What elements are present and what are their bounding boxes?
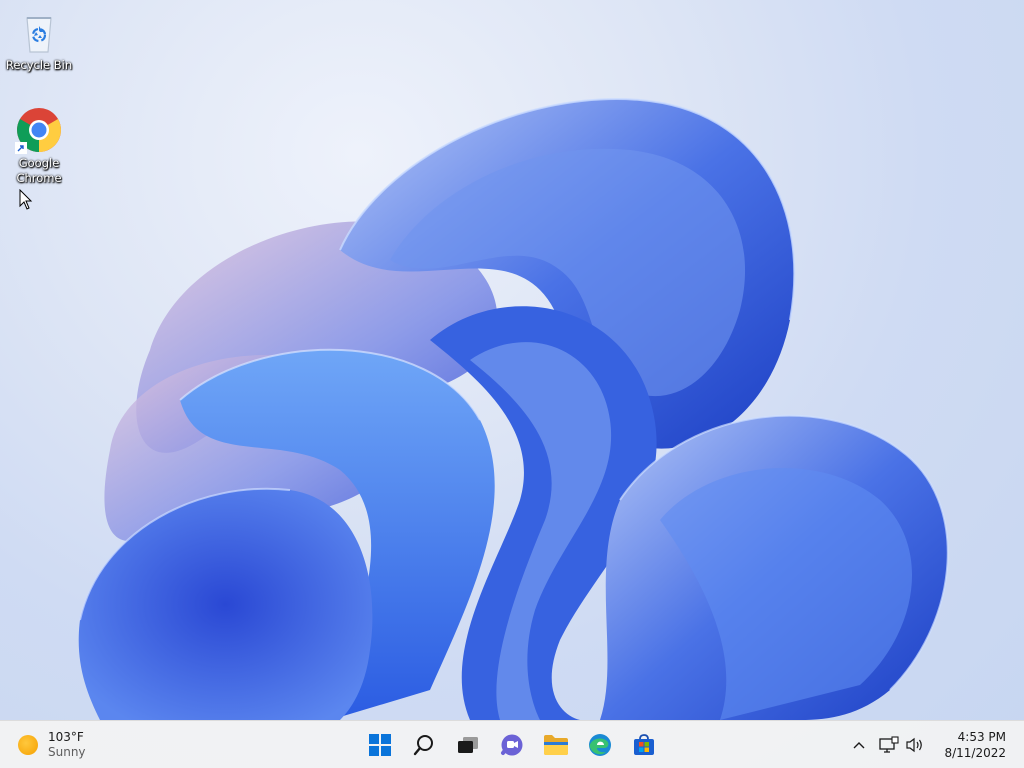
volume-icon — [906, 737, 923, 753]
system-tray: 4:53 PM 8/11/2022 — [846, 721, 1024, 768]
start-button[interactable] — [360, 725, 400, 765]
teams-chat-icon — [501, 734, 523, 756]
show-hidden-icons-button[interactable] — [846, 725, 872, 765]
clock-date: 8/11/2022 — [944, 746, 1006, 760]
sun-icon — [18, 735, 38, 755]
clock[interactable]: 4:53 PM 8/11/2022 — [928, 729, 1024, 761]
network-button[interactable] — [876, 725, 902, 765]
desktop-icon-google-chrome[interactable]: Google Chrome — [1, 106, 77, 186]
folder-icon — [544, 735, 568, 755]
chrome-icon — [15, 106, 63, 154]
search-icon — [413, 735, 433, 756]
desktop-icon-recycle-bin[interactable]: Recycle Bin — [1, 8, 77, 73]
recycle-bin-label: Recycle Bin — [5, 58, 73, 72]
task-view-icon — [458, 737, 478, 753]
store-button[interactable] — [624, 725, 664, 765]
edge-button[interactable] — [580, 725, 620, 765]
edge-icon — [589, 734, 611, 756]
windows-start-icon — [369, 734, 391, 756]
chat-button[interactable] — [492, 725, 532, 765]
search-button[interactable] — [404, 725, 444, 765]
store-icon — [634, 734, 654, 755]
chevron-up-icon — [853, 742, 865, 749]
recycle-bin-icon — [15, 8, 63, 56]
clock-time: 4:53 PM — [957, 730, 1006, 744]
weather-temperature: 103°F — [48, 730, 84, 744]
wallpaper-bloom — [78, 98, 949, 720]
weather-condition: Sunny — [48, 745, 86, 759]
shortcut-arrow-icon — [15, 142, 27, 154]
network-icon — [879, 736, 900, 753]
google-chrome-label: Google Chrome — [16, 156, 62, 185]
taskbar: 103°F Sunny 4:53 PM 8/11/2022 — [0, 720, 1024, 768]
weather-widget[interactable]: 103°F Sunny — [12, 727, 92, 763]
taskbar-pinned-apps — [360, 725, 664, 765]
mouse-cursor-icon — [19, 189, 33, 210]
volume-button[interactable] — [902, 725, 928, 765]
task-view-button[interactable] — [448, 725, 488, 765]
desktop: Recycle Bin Google Chrome 103°F Sunny 4:… — [0, 0, 1024, 768]
file-explorer-button[interactable] — [536, 725, 576, 765]
